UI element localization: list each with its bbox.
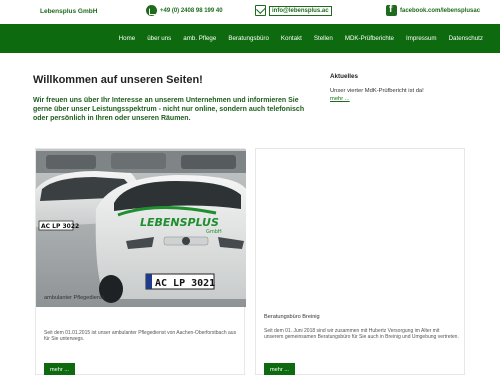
card-text: Seit dem 01.01.2015 ist unser ambulanter…	[44, 330, 237, 343]
phone-icon	[146, 5, 157, 16]
car-photo: AC LP 3022 LEBENSPLUS GmbH AC LP 3021	[36, 149, 246, 307]
top-bar: Lebensplus GmbH +49 (0) 2408 98 199 40 i…	[0, 0, 500, 24]
nav-item-home[interactable]: Home	[113, 35, 142, 42]
nav-item-amb-pflege[interactable]: amb. Pflege	[177, 35, 222, 42]
card-beratungsbuero-breinig: Beratungsbüro Breinig Seit dem 01. Juni …	[255, 148, 465, 375]
phone-contact[interactable]: +49 (0) 2408 98 199 40	[146, 5, 223, 16]
nav-item-ueber-uns[interactable]: über uns	[141, 35, 177, 42]
news-more-link[interactable]: mehr ...	[330, 96, 350, 102]
facebook-icon	[386, 4, 397, 16]
card-ambulanter-pflegedienst: AC LP 3022 LEBENSPLUS GmbH AC LP 3021 am…	[35, 148, 246, 375]
phone-number[interactable]: +49 (0) 2408 98 199 40	[160, 8, 223, 14]
facebook-contact[interactable]: facebook.com/lebensplusac	[386, 4, 480, 16]
card-text: Seit dem 01. Juni 2018 sind wir zusammen…	[264, 328, 459, 341]
nav-item-kontakt[interactable]: Kontakt	[275, 35, 308, 42]
card-title: ambulanter Pflegedienst	[44, 295, 105, 301]
more-button[interactable]: mehr ...	[264, 363, 295, 375]
brand-name: Lebensplus GmbH	[40, 8, 98, 15]
news-heading: Aktuelles	[330, 73, 358, 80]
more-button[interactable]: mehr ...	[44, 363, 75, 375]
car-logo-subtext: GmbH	[206, 229, 222, 235]
news-text: Unser vierter MdK-Prüfbericht ist da!	[330, 88, 424, 94]
nav-item-mdk-pruefberichte[interactable]: MDK-Prüfberichte	[339, 35, 400, 42]
intro-text: Wir freuen uns über Ihr Interesse an uns…	[33, 97, 305, 122]
nav-item-impressum[interactable]: Impressum	[400, 35, 443, 42]
nav-item-datenschutz[interactable]: Datenschutz	[443, 35, 489, 42]
car-logo-text: LEBENSPLUS	[140, 216, 219, 229]
email-contact[interactable]: info@lebensplus.ac	[255, 5, 332, 16]
nav-item-beratungsbuero[interactable]: Beratungsbüro	[222, 35, 275, 42]
nav-item-stellen[interactable]: Stellen	[308, 35, 339, 42]
facebook-link[interactable]: facebook.com/lebensplusac	[400, 8, 480, 14]
mail-icon	[255, 5, 266, 16]
car-photo-illustration: AC LP 3022 LEBENSPLUS GmbH AC LP 3021	[36, 149, 246, 307]
main-navigation: Home über uns amb. Pflege Beratungsbüro …	[0, 24, 500, 53]
front-plate-text: AC LP 3021	[155, 278, 215, 289]
rear-plate-text: AC LP 3022	[41, 223, 79, 230]
email-link[interactable]: info@lebensplus.ac	[269, 5, 332, 16]
page-title: Willkommen auf unseren Seiten!	[33, 74, 203, 86]
nav-menu: Home über uns amb. Pflege Beratungsbüro …	[113, 24, 489, 53]
card-title: Beratungsbüro Breinig	[264, 314, 320, 320]
